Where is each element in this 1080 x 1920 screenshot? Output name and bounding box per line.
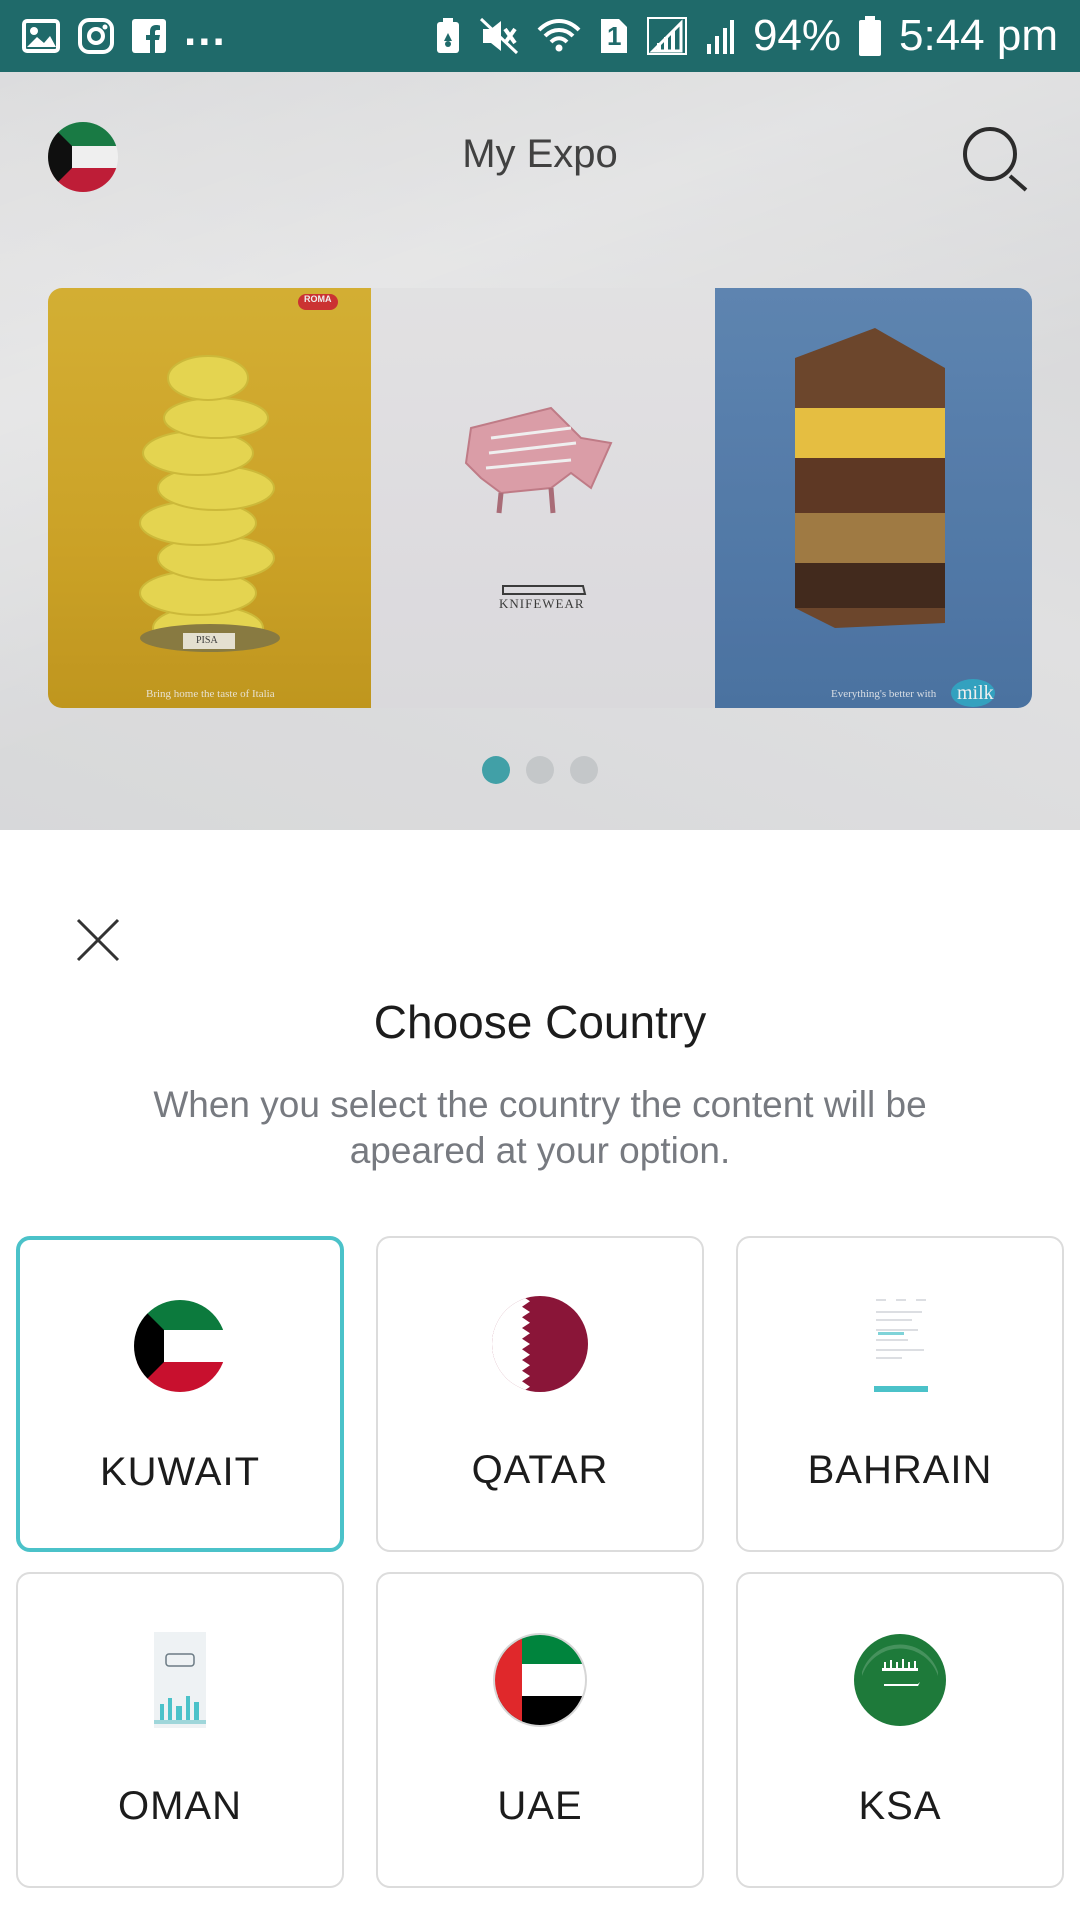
- battery-percent: 94%: [752, 11, 842, 60]
- country-label: KUWAIT: [99, 1450, 261, 1494]
- dim-overlay[interactable]: [0, 72, 1080, 830]
- app-background: My Expo ROMA PISA Bring home the taste o…: [0, 72, 1080, 830]
- country-grid: KUWAIT QATAR BAHRAIN OMAN UAE KSA: [16, 1236, 1064, 1888]
- battery-saver-icon: [435, 17, 461, 55]
- sheet-description: When you select the country the content …: [153, 1084, 927, 1171]
- country-label: OMAN: [118, 1784, 242, 1828]
- country-card-bahrain[interactable]: BAHRAIN: [736, 1236, 1064, 1552]
- country-card-kuwait[interactable]: KUWAIT: [16, 1236, 344, 1552]
- country-label: BAHRAIN: [807, 1448, 993, 1492]
- status-bar: ... 1 94% 5:44 pm: [0, 0, 1080, 72]
- battery-icon: [859, 16, 882, 56]
- ksa-flag-icon: [854, 1634, 946, 1726]
- signal-icon: [705, 18, 735, 54]
- close-button[interactable]: [70, 912, 126, 968]
- instagram-icon: [78, 18, 114, 54]
- uae-flag-icon: [493, 1633, 587, 1727]
- country-card-qatar[interactable]: QATAR: [376, 1236, 704, 1552]
- status-overflow: ...: [184, 6, 227, 55]
- facebook-icon: [132, 19, 166, 53]
- mute-icon: [479, 17, 519, 55]
- country-card-oman[interactable]: OMAN: [16, 1572, 344, 1888]
- clock: 5:44 pm: [899, 11, 1058, 60]
- country-label: KSA: [858, 1784, 942, 1828]
- close-icon: [76, 918, 120, 962]
- sheet-title: Choose Country: [373, 996, 707, 1048]
- choose-country-sheet: Choose Country When you select the count…: [0, 830, 1080, 1920]
- country-card-uae[interactable]: UAE: [376, 1572, 704, 1888]
- country-card-ksa[interactable]: KSA: [736, 1572, 1064, 1888]
- sim-badge: 1: [606, 21, 622, 51]
- country-label: UAE: [497, 1784, 583, 1828]
- signal-icon: [646, 17, 687, 55]
- qatar-flag-icon: [492, 1296, 588, 1392]
- gallery-icon: [22, 19, 60, 53]
- sim-icon: 1: [599, 17, 629, 55]
- oman-screenshot-thumbnail: [154, 1632, 206, 1728]
- country-label: QATAR: [471, 1448, 609, 1492]
- kuwait-flag-icon: [134, 1300, 226, 1392]
- bahrain-screenshot-thumbnail: [874, 1296, 928, 1392]
- wifi-icon: [537, 18, 581, 54]
- status-bar-right: 1 94% 5:44 pm: [435, 0, 1058, 72]
- status-bar-left: ...: [22, 6, 227, 56]
